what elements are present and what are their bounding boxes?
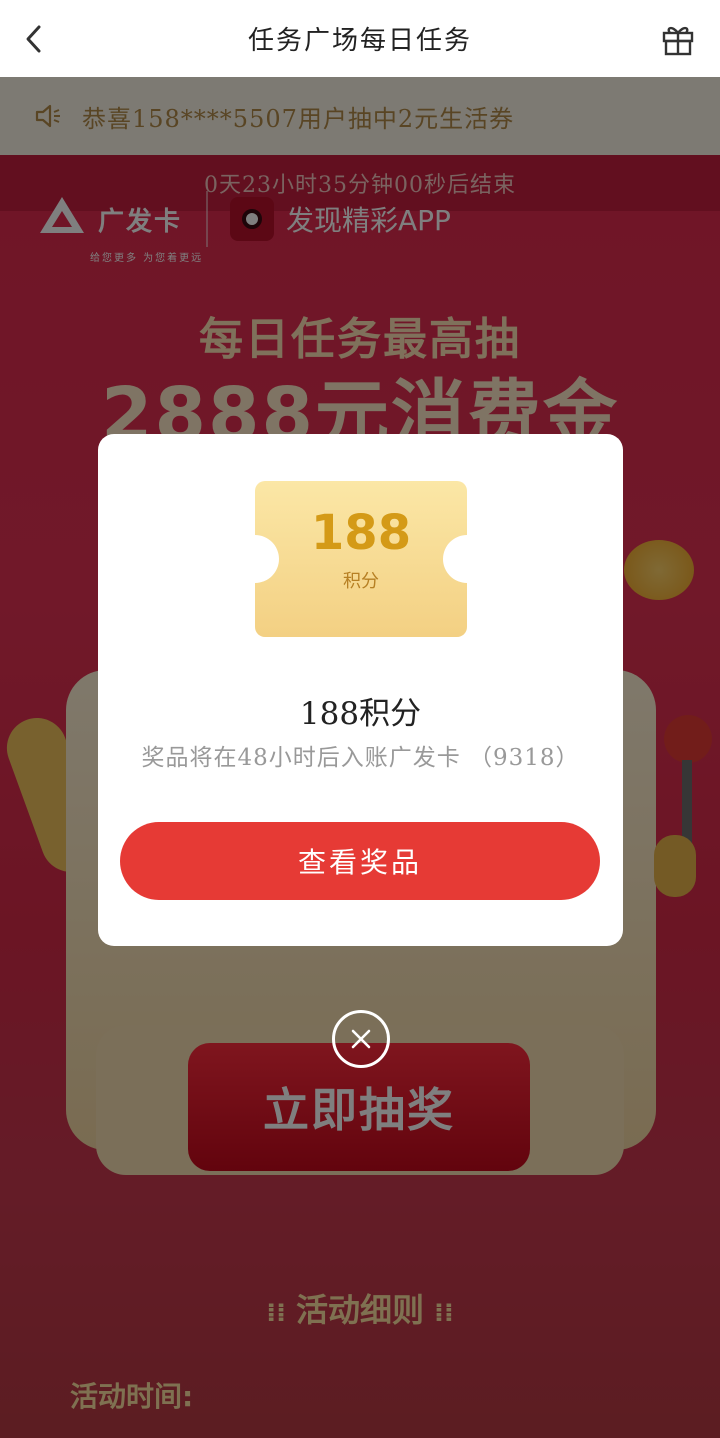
back-button[interactable] <box>14 19 54 59</box>
gift-icon <box>662 26 694 56</box>
ticket-value: 188 <box>310 505 412 561</box>
chevron-left-icon <box>26 25 41 53</box>
prize-note: 奖品将在48小时后入账广发卡 （9318） <box>141 745 580 771</box>
close-icon <box>351 1029 371 1049</box>
view-prize-button[interactable]: 查看奖品 <box>120 822 600 900</box>
top-navbar: 任务广场每日任务 <box>0 0 720 77</box>
view-prize-button-label: 查看奖品 <box>297 847 422 878</box>
prize-ticket: 188 积分 <box>231 481 491 637</box>
prize-name: 188积分 <box>299 696 422 732</box>
gift-button[interactable] <box>658 19 698 59</box>
ticket-unit: 积分 <box>343 571 379 592</box>
page-title: 任务广场每日任务 <box>247 26 472 56</box>
close-modal-button[interactable] <box>332 1010 390 1068</box>
prize-modal: 188 积分 188积分 奖品将在48小时后入账广发卡 （9318） 查看奖品 <box>98 434 623 946</box>
